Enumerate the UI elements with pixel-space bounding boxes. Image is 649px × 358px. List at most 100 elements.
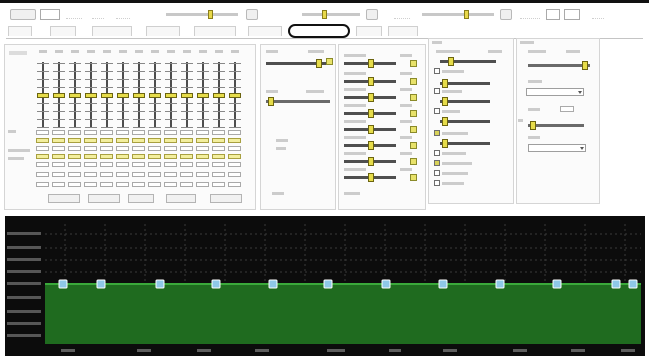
band-setting-cell[interactable] [148,130,161,135]
band-setting-cell[interactable] [228,182,241,187]
fader-thumb[interactable] [85,93,97,98]
option-checkbox[interactable] [434,160,440,166]
band-setting-cell[interactable] [52,138,65,143]
band-setting-cell[interactable] [116,162,129,167]
band-setting-cell[interactable] [36,182,49,187]
fader-thumb[interactable] [53,93,65,98]
band-setting-cell[interactable] [180,138,193,143]
eq-band-fader[interactable] [229,62,241,128]
band-setting-cell[interactable] [164,172,177,177]
gain-slider[interactable] [266,59,326,68]
band-setting-cell[interactable] [68,154,81,159]
band-setting-cell[interactable] [228,172,241,177]
band-setting-cell[interactable] [36,130,49,135]
band-setting-cell[interactable] [68,182,81,187]
band-setting-cell[interactable] [180,182,193,187]
eq-node-handle[interactable] [268,279,278,289]
tab[interactable] [248,26,282,36]
eq-node-handle[interactable] [552,279,562,289]
toolbar-slider[interactable] [422,10,494,19]
tab[interactable] [50,26,76,36]
eq-band-fader[interactable] [69,62,81,128]
eq-bottom-button[interactable] [128,194,154,203]
slider-knob[interactable] [368,77,374,86]
option-slider[interactable] [440,97,490,106]
band-setting-cell[interactable] [84,154,97,159]
band-setting-cell[interactable] [212,154,225,159]
band-setting-cell[interactable] [196,182,209,187]
option-slider[interactable] [440,57,496,66]
band-setting-cell[interactable] [196,146,209,151]
eq-band-fader[interactable] [101,62,113,128]
band-setting-cell[interactable] [84,146,97,151]
preset-button[interactable] [10,9,36,20]
band-setting-cell[interactable] [100,162,113,167]
slider-knob[interactable] [368,93,374,102]
band-setting-cell[interactable] [148,138,161,143]
slider-knob[interactable] [530,121,536,130]
eq-node-handle[interactable] [381,279,391,289]
band-setting-cell[interactable] [180,130,193,135]
band-setting-cell[interactable] [84,162,97,167]
band-setting-cell[interactable] [196,130,209,135]
fader-thumb[interactable] [229,93,241,98]
band-setting-cell[interactable] [196,154,209,159]
eq-node-handle[interactable] [155,279,165,289]
band-setting-cell[interactable] [52,130,65,135]
eq-node-handle[interactable] [211,279,221,289]
output-slider[interactable] [528,121,584,130]
tab[interactable] [194,26,236,36]
fader-thumb[interactable] [133,93,145,98]
band-setting-cell[interactable] [132,130,145,135]
eq-band-fader[interactable] [197,62,209,128]
band-setting-cell[interactable] [100,172,113,177]
fader-thumb[interactable] [37,93,49,98]
dynamics-slider[interactable] [344,77,396,86]
band-setting-cell[interactable] [36,162,49,167]
band-setting-cell[interactable] [148,146,161,151]
band-setting-cell[interactable] [228,138,241,143]
fader-thumb[interactable] [213,93,225,98]
fader-thumb[interactable] [117,93,129,98]
eq-band-fader[interactable] [133,62,145,128]
slider-knob[interactable] [368,141,374,150]
slider-knob[interactable] [368,173,374,182]
band-setting-cell[interactable] [212,130,225,135]
eq-band-fader[interactable] [53,62,65,128]
slider-knob[interactable] [368,125,374,134]
slider-knob[interactable] [316,59,322,68]
band-setting-cell[interactable] [36,172,49,177]
band-setting-cell[interactable] [132,162,145,167]
eq-node-handle[interactable] [58,279,68,289]
dynamics-slider[interactable] [344,141,396,150]
band-setting-cell[interactable] [100,130,113,135]
dynamics-slider[interactable] [344,173,396,182]
fader-thumb[interactable] [197,93,209,98]
band-setting-cell[interactable] [228,154,241,159]
band-setting-cell[interactable] [228,130,241,135]
slider-knob[interactable] [582,61,588,70]
eq-band-fader[interactable] [85,62,97,128]
toolbar-small-button[interactable] [366,9,378,20]
band-setting-cell[interactable] [164,182,177,187]
band-setting-cell[interactable] [228,162,241,167]
slider-knob[interactable] [368,157,374,166]
graph-canvas[interactable] [5,216,645,356]
tab[interactable] [356,26,382,36]
band-setting-cell[interactable] [212,162,225,167]
band-setting-cell[interactable] [164,154,177,159]
option-checkbox[interactable] [434,180,440,186]
band-setting-cell[interactable] [36,154,49,159]
tab[interactable] [8,26,32,36]
band-setting-cell[interactable] [132,146,145,151]
slider-knob[interactable] [442,139,448,148]
band-setting-cell[interactable] [100,154,113,159]
toolbar-slider[interactable] [302,10,360,19]
eq-band-fader[interactable] [117,62,129,128]
option-checkbox[interactable] [434,170,440,176]
band-setting-cell[interactable] [84,130,97,135]
option-checkbox[interactable] [434,88,440,94]
option-checkbox[interactable] [434,130,440,136]
band-setting-cell[interactable] [212,146,225,151]
fader-thumb[interactable] [69,93,81,98]
